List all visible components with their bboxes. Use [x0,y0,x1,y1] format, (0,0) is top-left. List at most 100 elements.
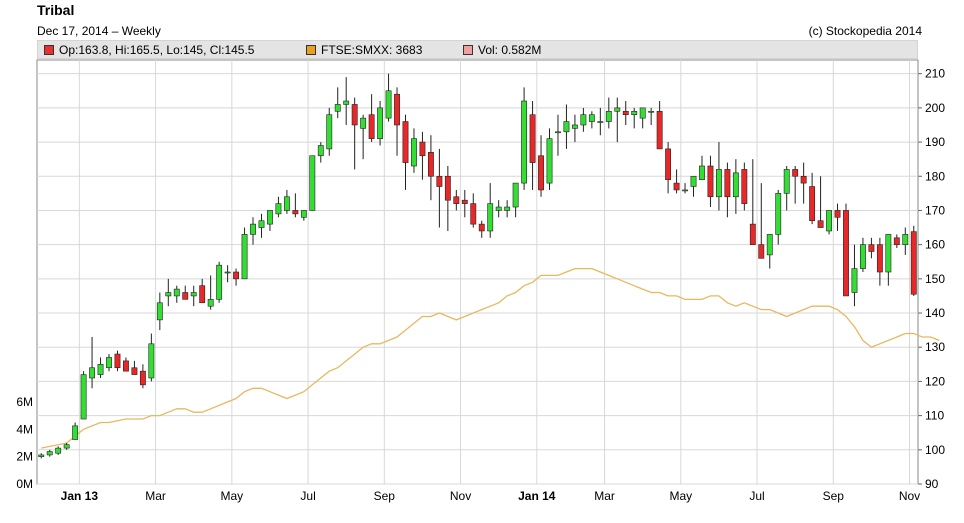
price-tick-label: 120 [925,374,945,388]
x-tick-label: Sep [374,489,396,503]
price-chart: 90 100 110 120 130 140 150 160 170 180 190 200 210 Ja… [16,59,945,503]
candle-body [470,203,477,225]
x-tick-label: Jan 14 [518,489,556,503]
x-tick-label: Jan 13 [61,489,99,503]
candle-body [665,148,672,180]
candle-body [546,138,553,184]
candle-body [148,343,155,379]
candle-body [622,110,629,116]
candle-body [207,299,214,307]
candle-body [571,124,578,129]
candle-body [173,288,180,297]
candle-body [224,271,231,274]
candle-body [292,210,299,215]
candle-body [605,110,612,122]
candle-body [199,285,206,304]
price-tick-label: 190 [925,135,945,149]
candle-body [682,189,688,192]
candle-body [427,152,434,177]
candle-body [394,93,400,126]
candle-body [72,425,79,440]
candle-body [817,220,824,228]
candle-body [766,234,773,256]
candle-body [885,234,892,273]
candle-body [156,302,163,321]
candle-body [55,447,62,454]
candle-body [749,223,756,245]
candle-body [555,131,561,134]
candle-body [190,292,197,297]
candle-body [538,155,544,191]
candle-body [783,169,790,194]
candle-body [792,169,799,177]
candle-body [809,186,816,222]
price-tick-label: 110 [925,409,944,423]
candle-body [495,206,502,211]
candle-body [504,206,511,211]
price-tick-label: 170 [925,203,945,217]
candle-body [131,367,138,375]
candle-body [97,364,104,375]
price-tick-label: 200 [925,101,945,115]
candle-body [690,175,697,187]
candle-body [521,100,528,184]
candle-body [851,268,858,293]
candle-body [402,121,409,163]
candle-body [38,454,45,457]
candle-body [436,175,443,187]
x-tick-label: Mar [594,489,615,503]
candle-body [385,90,392,119]
candle-body [351,104,358,126]
candle-body [216,264,223,300]
candle-body [656,110,663,150]
candle-body [419,141,426,157]
candle-body [165,292,172,297]
candle-body [639,107,646,119]
candle-body [411,138,417,167]
candle-body [106,357,112,369]
candle-body [588,114,595,122]
candle-body [46,451,53,456]
candle-body [826,210,832,232]
candle-body [512,182,519,208]
candle-body [699,165,705,180]
candle-body [876,244,883,273]
candle-body [775,193,782,235]
x-tick-label: May [221,489,244,503]
price-tick-label: 100 [925,443,945,457]
x-tick-label: Jul [749,489,764,503]
candle-body [444,175,451,201]
price-tick-label: 150 [925,272,945,286]
candle-body [580,114,587,126]
candle-body [673,182,680,191]
candle-body [597,121,604,123]
x-tick-label: Mar [145,489,166,503]
candle-body [300,210,307,218]
price-tick-label: 210 [925,67,945,81]
candle-body [258,220,265,228]
candle-body [461,199,468,204]
candle-body [707,165,714,198]
candle-body [453,196,460,204]
candle-body [326,114,333,150]
candle-body [732,172,739,198]
candle-body [893,237,900,245]
volume-tick-label: 6M [16,395,33,409]
candle-body [80,374,87,420]
candle-body [724,169,731,198]
candle-body [716,169,722,198]
candle-body [309,155,316,211]
candle-body [860,244,866,269]
candle-body [741,169,748,204]
x-tick-label: May [669,489,692,503]
candle-body [834,210,841,218]
x-tick-label: Jul [300,489,315,503]
candle-body [275,203,282,215]
candle-body [334,104,341,112]
candle-body [487,203,494,232]
candle-body [123,360,129,372]
x-tick-label: Nov [899,489,920,503]
price-tick-label: 130 [925,340,945,354]
candle-body [800,175,807,184]
candle-body [902,234,909,245]
